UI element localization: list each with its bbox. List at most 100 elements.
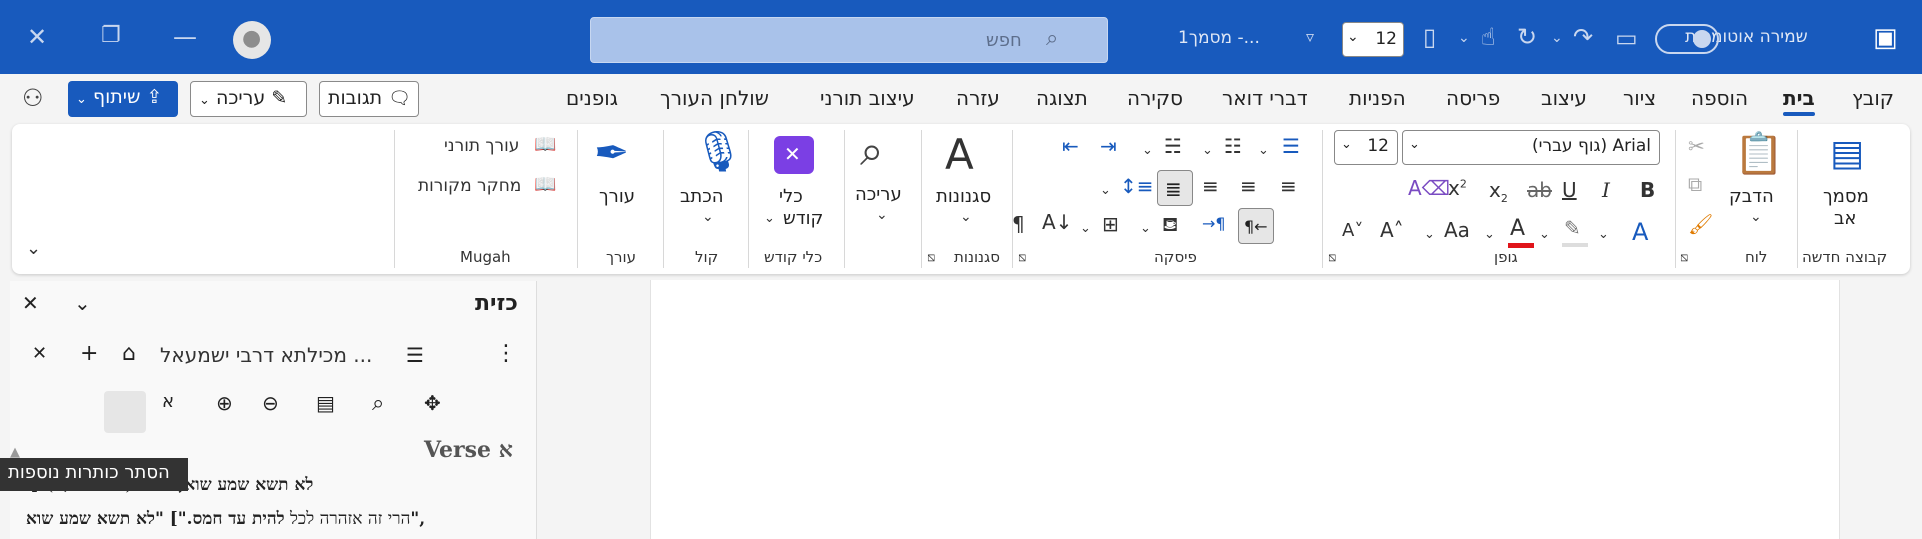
strikethrough-button[interactable]: ab	[1527, 180, 1552, 200]
tab-references[interactable]: הפניות	[1349, 86, 1406, 110]
chevron-down-icon[interactable]: ⌄	[1484, 228, 1495, 241]
tab-view[interactable]: תצוגה	[1036, 86, 1088, 110]
chevron-down-icon[interactable]: ⌄	[764, 212, 775, 225]
numbering-icon[interactable]: ☷	[1224, 136, 1242, 156]
dictate-button[interactable]: הכתב	[680, 186, 724, 207]
collapse-ribbon-icon[interactable]: ⌄	[26, 240, 41, 258]
editing-mode-button[interactable]: ⌄ עריכה ✎	[190, 81, 307, 117]
subscript-button[interactable]: x2	[1489, 180, 1508, 204]
highlight-icon[interactable]: ✎	[1564, 218, 1581, 238]
restore-icon[interactable]: ❐	[101, 25, 121, 47]
format-painter-icon[interactable]: 🖌	[1688, 214, 1713, 234]
avatar[interactable]: ●	[233, 21, 271, 59]
search-box[interactable]: חפש ⌕	[590, 17, 1108, 63]
dialog-launcher-icon[interactable]: ⧅	[927, 251, 935, 264]
add-tab-icon[interactable]: +	[80, 341, 98, 366]
dialog-launcher-icon[interactable]: ⧅	[1680, 251, 1688, 264]
font-color-icon[interactable]: A	[1510, 218, 1525, 240]
tab-file[interactable]: קובץ	[1852, 86, 1894, 110]
tab-draw[interactable]: ציור	[1623, 86, 1656, 110]
tab-fonts[interactable]: גופנים	[566, 86, 618, 110]
chevron-down-icon[interactable]: ⌄	[1080, 222, 1091, 235]
justify-button[interactable]: ≣	[1157, 170, 1193, 206]
align-left-icon[interactable]: ≡	[1202, 176, 1219, 196]
borders-icon[interactable]: ⊞	[1102, 214, 1119, 234]
tab-insert[interactable]: הוספה	[1691, 86, 1748, 110]
decrease-indent-icon[interactable]: ⇤	[1062, 136, 1079, 156]
minimize-icon[interactable]: —	[173, 25, 197, 49]
ribbon-font-size-select[interactable]: ⌄ 12	[1334, 130, 1398, 165]
chevron-down-icon[interactable]: ⌄	[1202, 144, 1213, 157]
search-input[interactable]: חפש	[986, 30, 1022, 51]
ltr-icon[interactable]: →¶	[1202, 216, 1226, 232]
paste-button[interactable]: הדבק	[1729, 186, 1774, 207]
refresh-icon[interactable]: ↻	[1517, 25, 1537, 49]
align-center-icon[interactable]: ≡	[1240, 176, 1257, 196]
superscript-button[interactable]: x2	[1448, 178, 1467, 198]
text-effects-icon[interactable]: A	[1632, 220, 1648, 244]
close-tab-icon[interactable]: ✕	[32, 343, 47, 364]
shading-icon[interactable]: ⛾	[1162, 214, 1178, 234]
move-icon[interactable]: ✥	[424, 391, 441, 415]
dialog-launcher-icon[interactable]: ⧅	[1018, 251, 1026, 264]
chevron-down-icon[interactable]: ⌄	[1750, 210, 1762, 224]
show-marks-icon[interactable]: ¶	[1012, 214, 1025, 234]
multilevel-list-icon[interactable]: ☵	[1164, 136, 1182, 156]
sort-icon[interactable]: A↓	[1042, 212, 1072, 232]
tab-design[interactable]: עיצוב	[1541, 86, 1587, 110]
change-case-button[interactable]: Aa	[1444, 220, 1470, 240]
underline-button[interactable]: U	[1562, 180, 1577, 200]
source-research-button[interactable]: מחקר מקורות	[418, 176, 521, 196]
chevron-down-icon[interactable]: ⌄	[1424, 228, 1435, 241]
editing-button[interactable]: עריכה	[855, 184, 902, 205]
tab-help[interactable]: עזרה	[956, 86, 1000, 110]
customize-toolbar-icon[interactable]: ▿	[1306, 29, 1314, 45]
more-options-icon[interactable]: ⋮	[495, 341, 517, 366]
align-right-icon[interactable]: ≡	[1280, 176, 1297, 196]
home-icon[interactable]: ⌂	[122, 341, 136, 366]
increase-indent-icon[interactable]: ⇥	[1100, 136, 1117, 156]
font-name-select[interactable]: ⌄ (גוף עברי) Arial	[1402, 130, 1660, 165]
tab-review[interactable]: סקירה	[1127, 86, 1183, 110]
chevron-down-icon[interactable]: ⌄	[74, 291, 91, 315]
chevron-down-icon[interactable]: ⌄	[1458, 31, 1470, 45]
tab-editor-table[interactable]: שולחן העורך	[660, 86, 769, 110]
font-size-select[interactable]: ⌄ 12	[1342, 22, 1404, 57]
document-title[interactable]: מסמך1 -...	[1178, 28, 1260, 48]
chevron-down-icon[interactable]: ⌄	[1551, 31, 1563, 45]
touch-mode-icon[interactable]: ☝	[1481, 25, 1496, 49]
styles-button[interactable]: סגנונות	[936, 186, 991, 207]
copy-icon[interactable]: ⧉	[1688, 174, 1702, 194]
grow-font-icon[interactable]: A˄	[1380, 220, 1404, 240]
search-icon[interactable]: ⌕	[372, 391, 384, 416]
chevron-down-icon[interactable]: ⌄	[1258, 144, 1269, 157]
chevron-down-icon[interactable]: ⌄	[960, 210, 972, 224]
chevron-down-icon[interactable]: ⌄	[1539, 228, 1550, 241]
editor-button[interactable]: עורך	[599, 186, 635, 207]
zoom-out-icon[interactable]: ⊖	[262, 391, 279, 415]
close-panel-icon[interactable]: ✕	[22, 291, 39, 315]
shrink-font-icon[interactable]: A˅	[1342, 222, 1363, 240]
share-button[interactable]: ⌄ שיתוף ⇪	[68, 81, 178, 117]
dialog-launcher-icon[interactable]: ⧅	[1328, 251, 1336, 264]
panel-tab-title[interactable]: מכילתא דרבי ישמעאל ...	[160, 343, 372, 367]
tab-mailings[interactable]: דברי דואר	[1222, 86, 1308, 110]
comments-button[interactable]: תגובות 🗨	[319, 81, 419, 117]
zoom-in-icon[interactable]: ⊕	[216, 391, 233, 415]
close-icon[interactable]: ✕	[27, 25, 47, 49]
hebrew-alef-icon[interactable]: א	[162, 391, 174, 412]
chevron-down-icon[interactable]: ⌄	[1100, 184, 1111, 197]
torah-editor-button[interactable]: עורך תורני	[444, 136, 519, 156]
bold-button[interactable]: B	[1640, 180, 1655, 200]
toggle-headers-button[interactable]	[104, 391, 146, 433]
chevron-down-icon[interactable]: ⌄	[1598, 228, 1609, 241]
chevron-down-icon[interactable]: ⌄	[876, 208, 888, 222]
document-page[interactable]	[650, 280, 1840, 539]
redo-icon[interactable]: ↷	[1573, 25, 1593, 49]
chevron-down-icon[interactable]: ⌄	[1140, 222, 1151, 235]
tab-torah-design[interactable]: עיצוב תורני	[820, 86, 915, 110]
layout-icon[interactable]: ▤	[316, 391, 335, 415]
save-icon[interactable]: ▭	[1615, 26, 1638, 50]
line-spacing-icon[interactable]: ↕≡	[1120, 176, 1154, 196]
copilot-icon[interactable]: ⚇	[22, 84, 44, 112]
